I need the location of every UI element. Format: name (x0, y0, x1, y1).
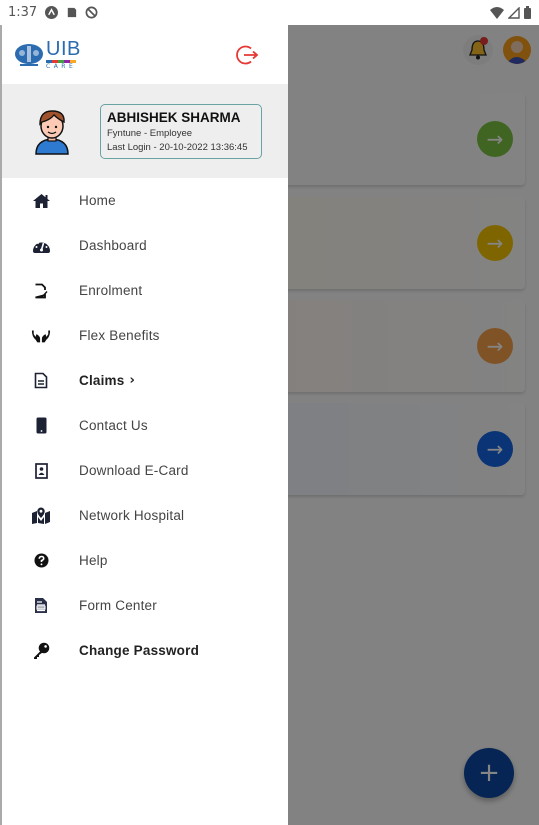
do-not-disturb-icon (85, 6, 98, 19)
profile-role: Fyntune - Employee (107, 127, 193, 139)
screen: 1:37 → → → → + UIB CARE ABHISHEK SHARMA … (0, 0, 539, 825)
menu-item-enrolment[interactable]: Enrolment (2, 268, 288, 313)
status-bar: 1:37 (0, 0, 539, 25)
home-icon (31, 191, 51, 211)
menu-label: Contact Us (79, 418, 148, 433)
navigation-drawer: UIB CARE ABHISHEK SHARMA Fyntune - Emplo… (0, 25, 288, 825)
profile-last-login: Last Login - 20-10-2022 13:36:45 (107, 141, 248, 153)
menu-item-change-password[interactable]: Change Password (2, 628, 288, 673)
menu-item-home[interactable]: Home (2, 178, 288, 223)
drawer-header: UIB CARE (2, 25, 288, 84)
battery-icon (524, 6, 531, 19)
map-marker-icon (31, 506, 51, 526)
help-icon (31, 551, 51, 571)
menu-label: Download E-Card (79, 463, 189, 478)
menu-label: Enrolment (79, 283, 143, 298)
profile-card[interactable]: ABHISHEK SHARMA Fyntune - Employee Last … (100, 103, 262, 159)
menu-label: Change Password (79, 643, 200, 658)
logo-emblem-icon (15, 43, 43, 66)
status-right (490, 6, 531, 19)
menu-item-network-hospital[interactable]: Network Hospital (2, 493, 288, 538)
menu-item-contact-us[interactable]: Contact Us (2, 403, 288, 448)
key-icon (31, 641, 51, 661)
menu-item-dashboard[interactable]: Dashboard (2, 223, 288, 268)
assistant-icon (45, 6, 59, 19)
status-time: 1:37 (8, 5, 38, 20)
uib-care-logo: UIB CARE (14, 39, 81, 70)
menu-label: Flex Benefits (79, 328, 160, 343)
id-card-icon (31, 461, 51, 481)
logout-button[interactable] (234, 42, 260, 68)
wifi-icon (490, 6, 504, 19)
menu-label: Help (79, 553, 108, 568)
document-icon (31, 371, 51, 391)
menu-item-form-center[interactable]: Form Center (2, 583, 288, 628)
logo-subtitle: CARE (46, 63, 77, 70)
menu-label: Form Center (79, 598, 157, 613)
menu-item-download-e-card[interactable]: Download E-Card (2, 448, 288, 493)
profile-section: ABHISHEK SHARMA Fyntune - Employee Last … (2, 84, 288, 178)
menu-item-claims[interactable]: Claims › (2, 358, 288, 403)
mobile-icon (31, 416, 51, 436)
menu-label: Network Hospital (79, 508, 185, 523)
form-icon (31, 596, 51, 616)
menu-item-help[interactable]: Help (2, 538, 288, 583)
menu-item-flex-benefits[interactable]: Flex Benefits (2, 313, 288, 358)
hands-icon (31, 326, 51, 346)
logout-icon (236, 45, 259, 64)
menu-label: Dashboard (79, 238, 147, 253)
dashboard-icon (31, 236, 51, 256)
menu-label: Home (79, 193, 116, 208)
sd-card-icon (67, 7, 77, 18)
drawer-menu: Home Dashboard Enrolment Flex Benefits C… (2, 178, 288, 673)
enrolment-icon (31, 281, 51, 301)
menu-label: Claims (79, 373, 125, 388)
signal-icon (508, 6, 520, 19)
logo-title: UIB (46, 38, 81, 60)
profile-avatar (35, 110, 69, 155)
profile-name: ABHISHEK SHARMA (107, 109, 241, 125)
chevron-right-icon: › (129, 373, 135, 388)
